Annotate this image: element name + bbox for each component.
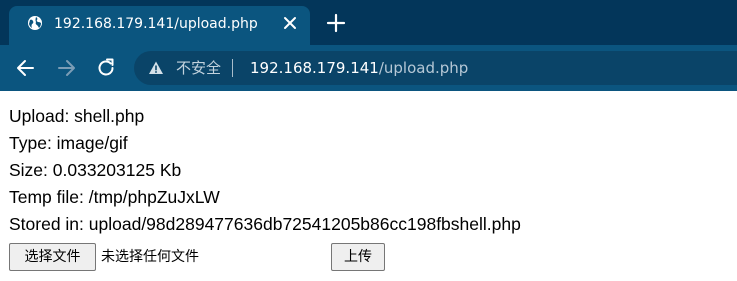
address-bar[interactable]: 不安全 192.168.179.141/upload.php [134, 51, 737, 85]
plus-icon[interactable] [325, 12, 347, 34]
close-icon[interactable] [279, 12, 301, 34]
url-text[interactable]: 192.168.179.141/upload.php [250, 59, 468, 77]
choose-file-button[interactable]: 选择文件 [9, 243, 96, 271]
file-status-text: 未选择任何文件 [101, 249, 199, 265]
upload-size-line: Size: 0.033203125 Kb [9, 160, 182, 180]
arrow-left-icon[interactable] [15, 57, 37, 79]
arrow-right-icon[interactable] [55, 57, 77, 79]
upload-type-line: Type: image/gif [9, 133, 128, 153]
url-host: 192.168.179.141 [250, 59, 379, 77]
security-status[interactable]: 不安全 [176, 59, 221, 77]
upload-temp-line: Temp file: /tmp/phpZuJxLW [9, 187, 220, 207]
url-path: /upload.php [378, 59, 469, 77]
browser-toolbar: 不安全 192.168.179.141/upload.php [0, 45, 737, 91]
warning-icon[interactable] [148, 60, 164, 76]
omnibox-divider [232, 59, 233, 77]
browser-tab[interactable]: 192.168.179.141/upload.php [9, 6, 310, 45]
globe-icon [28, 16, 42, 30]
reload-icon[interactable] [95, 57, 117, 79]
upload-name-line: Upload: shell.php [9, 106, 145, 126]
tab-title: 192.168.179.141/upload.php [54, 16, 258, 32]
upload-result: Upload: shell.php Type: image/gif Size: … [9, 103, 521, 238]
tab-strip: 192.168.179.141/upload.php [0, 0, 737, 45]
upload-stored-line: Stored in: upload/98d289477636db72541205… [9, 214, 521, 234]
upload-submit-button[interactable]: 上传 [331, 243, 385, 271]
